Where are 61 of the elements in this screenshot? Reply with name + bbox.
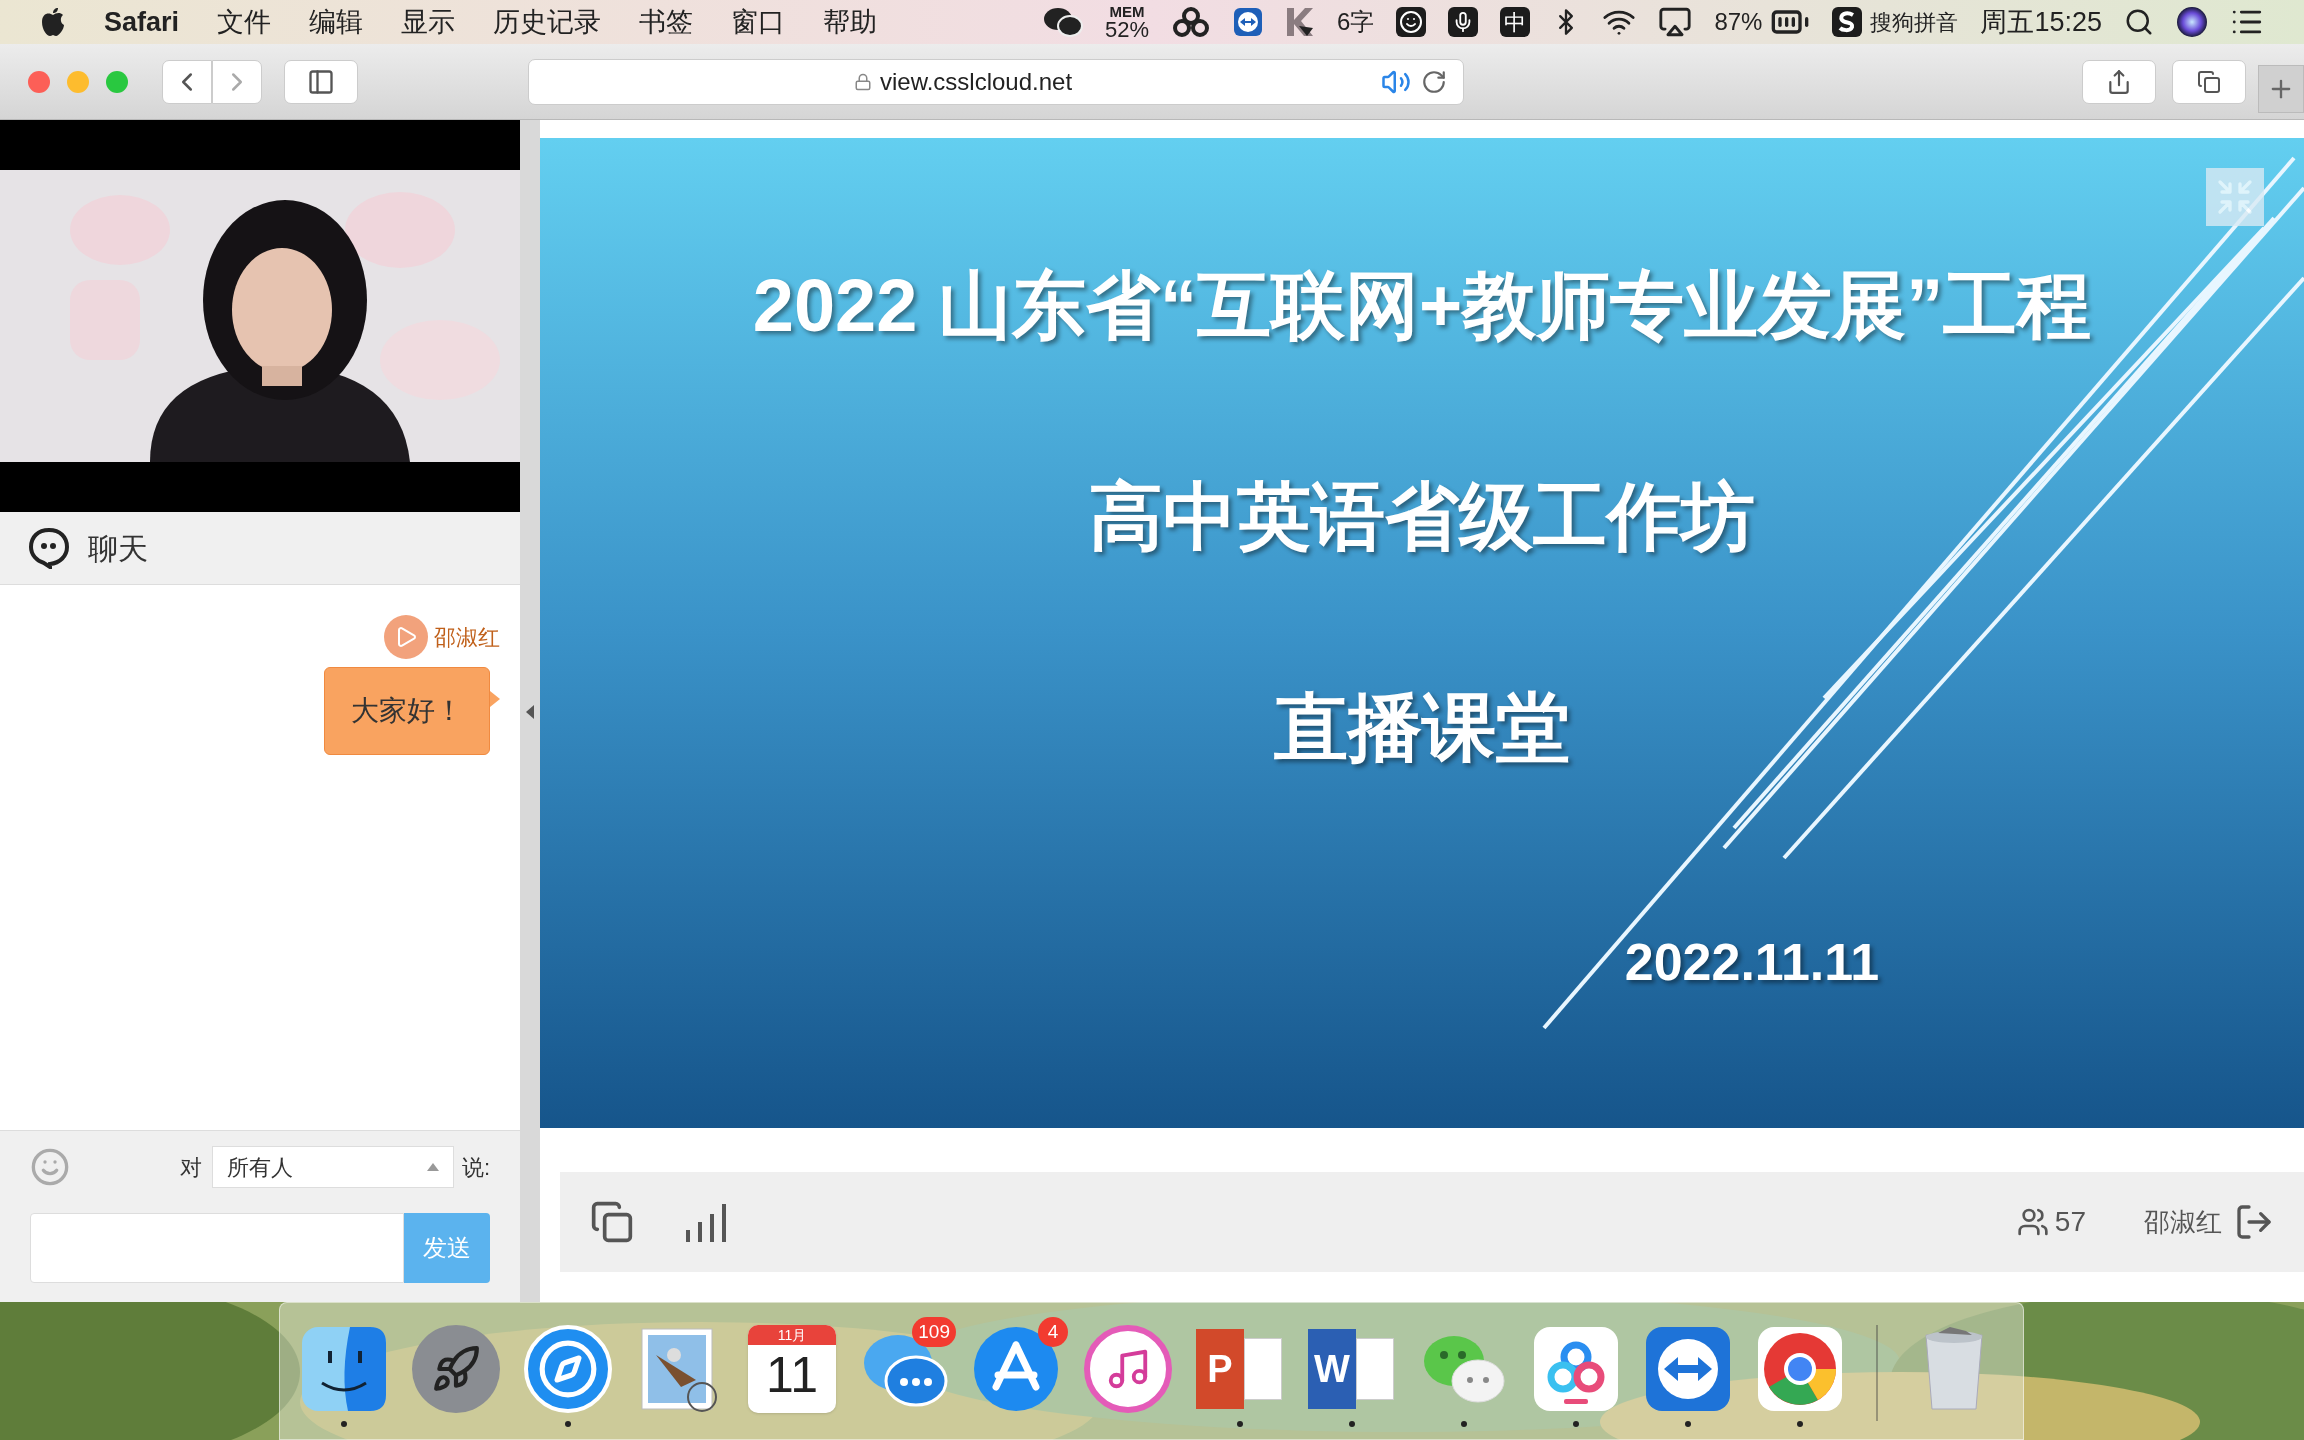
users-icon (2016, 1206, 2049, 1238)
menu-item[interactable]: 显示 (401, 1, 456, 43)
menu-clock[interactable]: 周五15:25 (1980, 1, 2102, 43)
recipient-label: 对 (179, 1153, 202, 1182)
tabs-button[interactable] (2172, 59, 2246, 104)
chat-title: 聊天 (88, 530, 148, 567)
back-button[interactable] (162, 59, 212, 104)
menu-item[interactable]: 历史记录 (493, 1, 602, 43)
message-input[interactable] (30, 1213, 404, 1283)
airplay-icon[interactable] (1658, 5, 1693, 39)
address-text: view.csslcloud.net (879, 66, 1073, 97)
new-tab-button[interactable] (2258, 64, 2304, 113)
sender-name: 邵淑红 (434, 623, 500, 652)
apple-logo-icon[interactable] (40, 7, 66, 37)
say-label: 说: (461, 1153, 490, 1182)
menu-item[interactable]: 文件 (217, 1, 272, 43)
signal-icon[interactable] (684, 1202, 728, 1242)
share-button[interactable] (2082, 59, 2156, 104)
copy-icon[interactable] (590, 1200, 634, 1244)
slide-heading: 直播课堂 (1274, 685, 1570, 771)
chat-bubble-icon (28, 527, 70, 569)
search-icon[interactable] (2124, 7, 2154, 37)
wheel-icon[interactable] (1756, 1325, 1844, 1413)
calendar-icon[interactable]: 11月 11 (748, 1325, 836, 1413)
memory-usage: 52% (1104, 18, 1149, 41)
logout-icon[interactable] (2234, 1202, 2274, 1242)
smiley-icon[interactable] (1396, 7, 1427, 37)
input-mode-indicator[interactable]: 中 (1500, 7, 1531, 37)
menu-item[interactable]: 书签 (639, 1, 694, 43)
input-method-icon[interactable] (1832, 7, 1863, 37)
menu-item[interactable]: 帮助 (823, 1, 878, 43)
memory-label: MEM (1109, 3, 1145, 19)
address-bar[interactable]: view.csslcloud.net (528, 58, 1464, 105)
slide-date: 2022.11.11 (1624, 932, 1880, 993)
word-count[interactable]: 6字 (1337, 4, 1375, 40)
viewer-count: 57 (2054, 1205, 2086, 1239)
battery-percent: 87% (1714, 7, 1763, 37)
slide-subtitle: 高中英语省级工作坊 (1089, 474, 1755, 560)
menu-item[interactable]: 编辑 (309, 1, 364, 43)
k-shape-icon[interactable] (1285, 6, 1315, 38)
bubble-tail (490, 691, 500, 707)
input-method-name: 搜狗拼音 (1870, 8, 1959, 37)
share-icon (2106, 68, 2132, 95)
lock-icon (853, 72, 872, 91)
app-menu[interactable]: Safari (104, 1, 180, 43)
recipient-dropdown[interactable]: 所有人 (211, 1146, 454, 1188)
rings-icon[interactable] (1171, 6, 1211, 38)
face-icon[interactable] (300, 1325, 388, 1413)
chat-bubbles-icon[interactable] (1042, 6, 1083, 38)
user-name: 邵淑红 (2144, 1205, 2222, 1239)
microphone-icon[interactable] (1448, 7, 1479, 37)
siri-icon[interactable] (2176, 6, 2208, 38)
message-bubble: 大家好！ (324, 667, 490, 755)
sidebar-icon (307, 67, 335, 96)
reload-icon[interactable] (1421, 68, 1447, 95)
menu-item[interactable]: 窗口 (731, 1, 786, 43)
tabs-icon (2197, 69, 2221, 94)
sidebar-button[interactable] (284, 59, 358, 104)
collapse-icon (2215, 177, 2255, 217)
caret-icon (426, 1163, 439, 1171)
slide-title: 2022 山东省“互联网+教师专业发展”工程 (752, 263, 2092, 349)
